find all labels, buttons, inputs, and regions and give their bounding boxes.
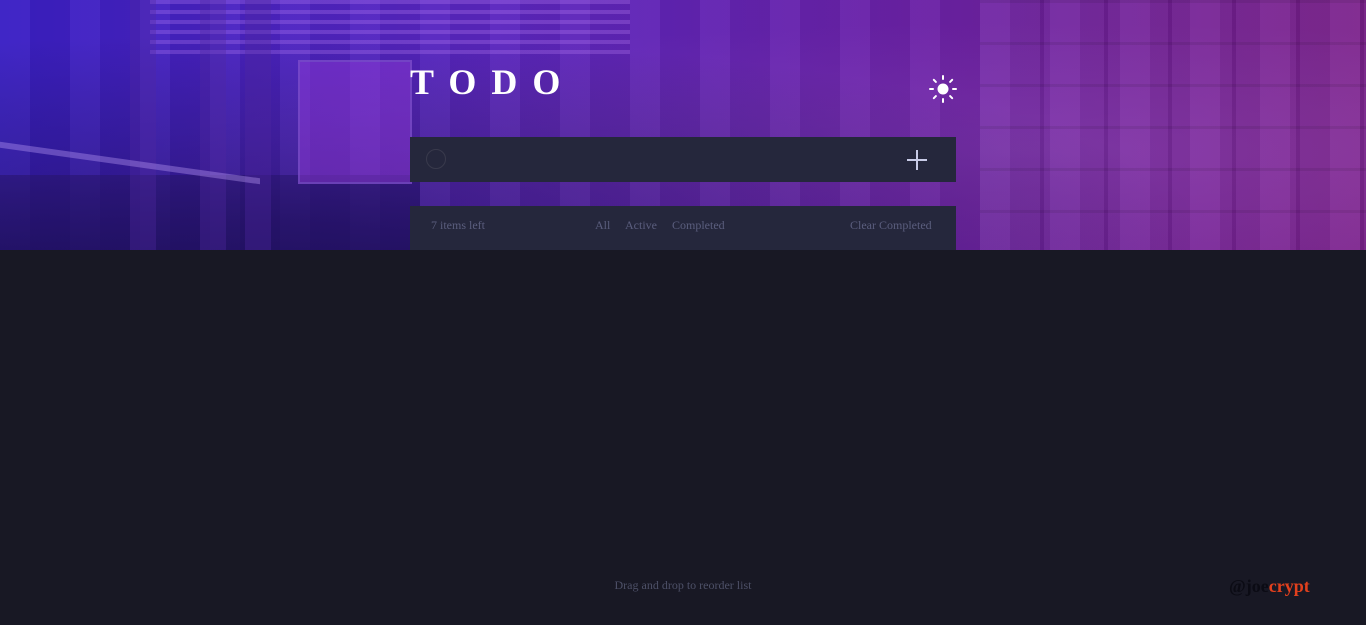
sun-icon: [929, 75, 957, 103]
add-todo-button[interactable]: [902, 145, 932, 175]
signature-accent-part: crypt: [1268, 576, 1310, 596]
corridor-pillar: [245, 0, 271, 250]
new-todo-check-circle[interactable]: [426, 149, 446, 169]
reorder-hint: Drag and drop to reorder list: [614, 578, 752, 592]
plus-icon: [907, 150, 927, 170]
todo-footer: 7 items left All Active Completed Clear …: [410, 206, 956, 250]
signature-handle-part: @joe: [1229, 576, 1269, 596]
author-signature[interactable]: @joecrypt: [1229, 576, 1310, 597]
new-todo-bar: [410, 137, 956, 182]
filter-all[interactable]: All: [595, 218, 610, 233]
new-todo-input[interactable]: [460, 145, 884, 175]
corridor-pillar: [200, 0, 226, 250]
corridor-doorway: [298, 60, 412, 184]
theme-toggle-button[interactable]: [928, 74, 958, 104]
brick-wall: [980, 0, 1366, 250]
page-title: TODO: [410, 62, 576, 102]
clear-completed-button[interactable]: Clear Completed: [850, 218, 932, 233]
filter-active[interactable]: Active: [625, 218, 657, 233]
corridor-pillar: [130, 0, 156, 250]
items-left-count: 7 items left: [431, 218, 485, 232]
filter-completed[interactable]: Completed: [672, 218, 725, 233]
